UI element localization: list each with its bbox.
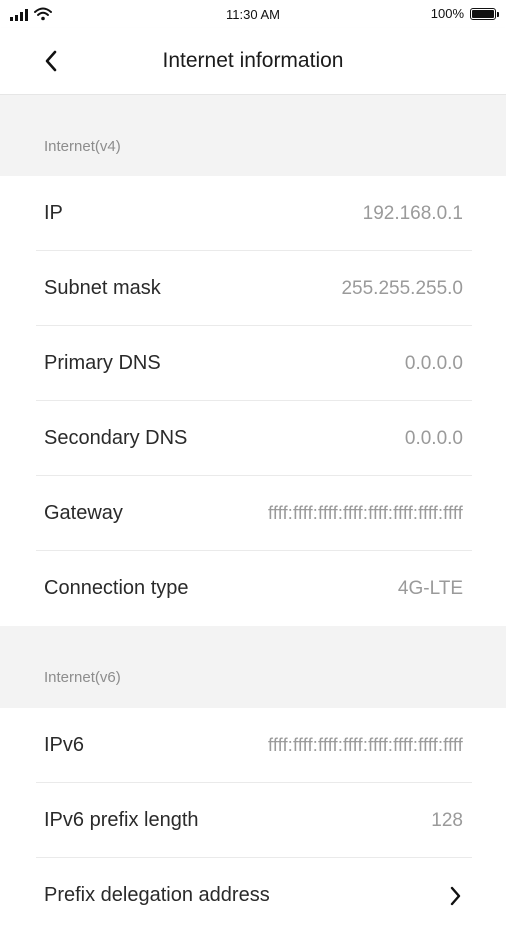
row-value: 255.255.255.0 (341, 277, 463, 299)
page-title: Internet information (162, 49, 344, 72)
status-right: 100% (430, 6, 499, 21)
row-label: IPv6 prefix length (44, 809, 199, 831)
row-label: IP (44, 202, 63, 224)
row-label: Primary DNS (44, 352, 161, 374)
row-label: Secondary DNS (44, 427, 188, 449)
section-header-v6: Internet(v6) (0, 626, 506, 706)
row-label: Prefix delegation address (44, 884, 270, 906)
internet-v4-group: IP 192.168.0.1 Subnet mask 255.255.255.0… (0, 176, 506, 626)
row-subnet-mask: Subnet mask 255.255.255.0 (0, 251, 506, 326)
row-ip: IP 192.168.0.1 (0, 176, 506, 251)
row-ipv6: IPv6 ffff:ffff:ffff:ffff:ffff:ffff:ffff:… (0, 708, 506, 783)
row-connection-type: Connection type 4G-LTE (0, 551, 506, 626)
row-value: 4G-LTE (397, 577, 463, 599)
status-bar: 11:30 AM 100% (0, 0, 506, 28)
row-primary-dns: Primary DNS 0.0.0.0 (0, 326, 506, 401)
internet-v6-group: IPv6 ffff:ffff:ffff:ffff:ffff:ffff:ffff:… (0, 708, 506, 933)
row-gateway: Gateway ffff:ffff:ffff:ffff:ffff:ffff:ff… (0, 476, 506, 551)
row-label: Subnet mask (44, 277, 161, 299)
row-label: IPv6 (44, 734, 85, 756)
row-label: Connection type (44, 577, 189, 599)
row-value: 128 (431, 809, 463, 831)
section-title: Internet(v4) (44, 138, 121, 155)
row-value: 0.0.0.0 (404, 352, 463, 374)
battery-icon (470, 7, 499, 20)
chevron-right-icon (450, 886, 461, 905)
row-value: ffff:ffff:ffff:ffff:ffff:ffff:ffff:ffff (267, 503, 463, 523)
row-value: ffff:ffff:ffff:ffff:ffff:ffff:ffff:ffff (267, 735, 463, 755)
section-title: Internet(v6) (44, 669, 121, 686)
row-ipv6-prefix-length: IPv6 prefix length 128 (0, 783, 506, 858)
row-label: Gateway (44, 502, 123, 524)
row-value: 192.168.0.1 (362, 202, 463, 224)
section-header-v4: Internet(v4) (0, 95, 506, 175)
row-prefix-delegation-address[interactable]: Prefix delegation address (0, 858, 506, 933)
battery-percent: 100% (430, 6, 464, 21)
row-value: 0.0.0.0 (404, 427, 463, 449)
navigation-bar: Internet information (0, 28, 506, 95)
battery-fill (472, 9, 494, 18)
row-secondary-dns: Secondary DNS 0.0.0.0 (0, 401, 506, 476)
